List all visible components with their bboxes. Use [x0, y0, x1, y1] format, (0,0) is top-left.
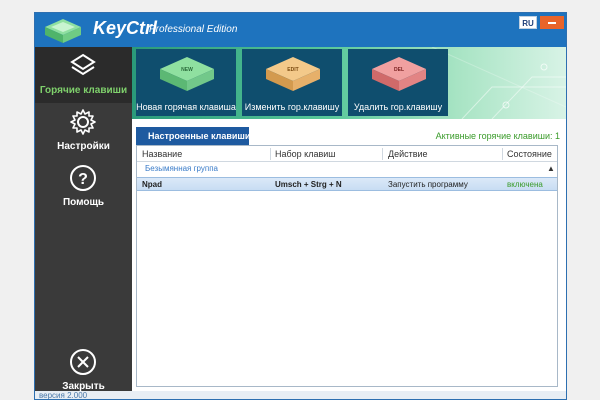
version-label: версия 2.000 — [39, 391, 88, 400]
table-row[interactable]: Npad Umsch + Strg + N Запустить программ… — [137, 177, 557, 191]
delete-hotkey-label: Удалить гор.клавишу — [353, 102, 443, 112]
svg-text:?: ? — [78, 171, 88, 188]
sidebar-item-label: Настройки — [57, 141, 110, 152]
edit-hotkey-button[interactable]: EDIT Изменить гор.клавишу — [242, 49, 342, 116]
column-separator[interactable] — [502, 148, 503, 160]
toolbar-banner: NEW Новая горячая клавиша EDIT Изменить … — [132, 47, 566, 119]
new-hotkey-label: Новая горячая клавиша — [136, 102, 236, 112]
group-row[interactable]: Безымянная группа ▲ — [137, 162, 557, 176]
question-icon: ? — [70, 165, 96, 191]
edit-key-text: EDIT — [287, 67, 298, 73]
delete-key-text: DEL — [394, 67, 404, 73]
active-hotkeys-count: Активные горячие клавиши: 1 — [435, 131, 560, 141]
column-header-action[interactable]: Действие — [388, 149, 428, 159]
sidebar-item-settings[interactable]: Настройки — [35, 103, 132, 159]
new-key-text: NEW — [181, 67, 193, 73]
collapse-caret-icon[interactable]: ▲ — [547, 164, 555, 173]
language-button[interactable]: RU — [519, 16, 537, 29]
column-separator[interactable] — [382, 148, 383, 160]
app-window: KeyCtrl Professional Edition RU Горячие … — [34, 12, 567, 400]
app-edition: Professional Edition — [149, 24, 238, 35]
minimize-button[interactable] — [540, 16, 564, 29]
sidebar-item-label: Помощь — [62, 197, 105, 208]
sidebar: Горячие клавиши Настройки ? Помощь Закры… — [35, 47, 132, 399]
delete-key-icon: DEL — [372, 57, 426, 91]
hotkeys-layers-icon — [70, 53, 96, 76]
tab-configured-keys[interactable]: Настроенные клавиши: — [136, 127, 253, 145]
cell-state: включена — [507, 180, 543, 189]
delete-hotkey-button[interactable]: DEL Удалить гор.клавишу — [348, 49, 448, 116]
column-separator[interactable] — [270, 148, 271, 160]
status-bar: версия 2.000 — [35, 391, 566, 400]
cell-name: Npad — [142, 180, 162, 189]
title-bar[interactable]: KeyCtrl Professional Edition RU — [35, 13, 566, 47]
table-header: Название Набор клавиш Действие Состояние — [137, 146, 557, 162]
sidebar-item-help[interactable]: ? Помощь — [35, 159, 132, 215]
cell-action: Запустить программу — [388, 180, 468, 189]
edit-hotkey-label: Изменить гор.клавишу — [244, 102, 340, 112]
new-hotkey-button[interactable]: NEW Новая горячая клавиша — [136, 49, 236, 116]
cell-combo: Umsch + Strg + N — [275, 180, 342, 189]
hotkeys-table: Название Набор клавиш Действие Состояние… — [136, 145, 558, 387]
close-icon — [70, 349, 96, 375]
hotkeys-panel: Настроенные клавиши: Активные горячие кл… — [136, 127, 561, 399]
keyctrl-logo-icon — [45, 19, 81, 43]
column-header-name[interactable]: Название — [142, 149, 182, 159]
sidebar-item-hotkeys[interactable]: Горячие клавиши — [35, 47, 132, 103]
group-name: Безымянная группа — [145, 164, 219, 173]
edit-key-icon: EDIT — [266, 57, 320, 91]
column-header-combo[interactable]: Набор клавиш — [275, 149, 336, 159]
new-key-icon: NEW — [160, 57, 214, 91]
sidebar-item-label: Горячие клавиши — [39, 85, 128, 96]
gear-icon — [70, 109, 96, 135]
column-header-state[interactable]: Состояние — [507, 149, 552, 159]
app-title: KeyCtrl — [93, 18, 158, 38]
